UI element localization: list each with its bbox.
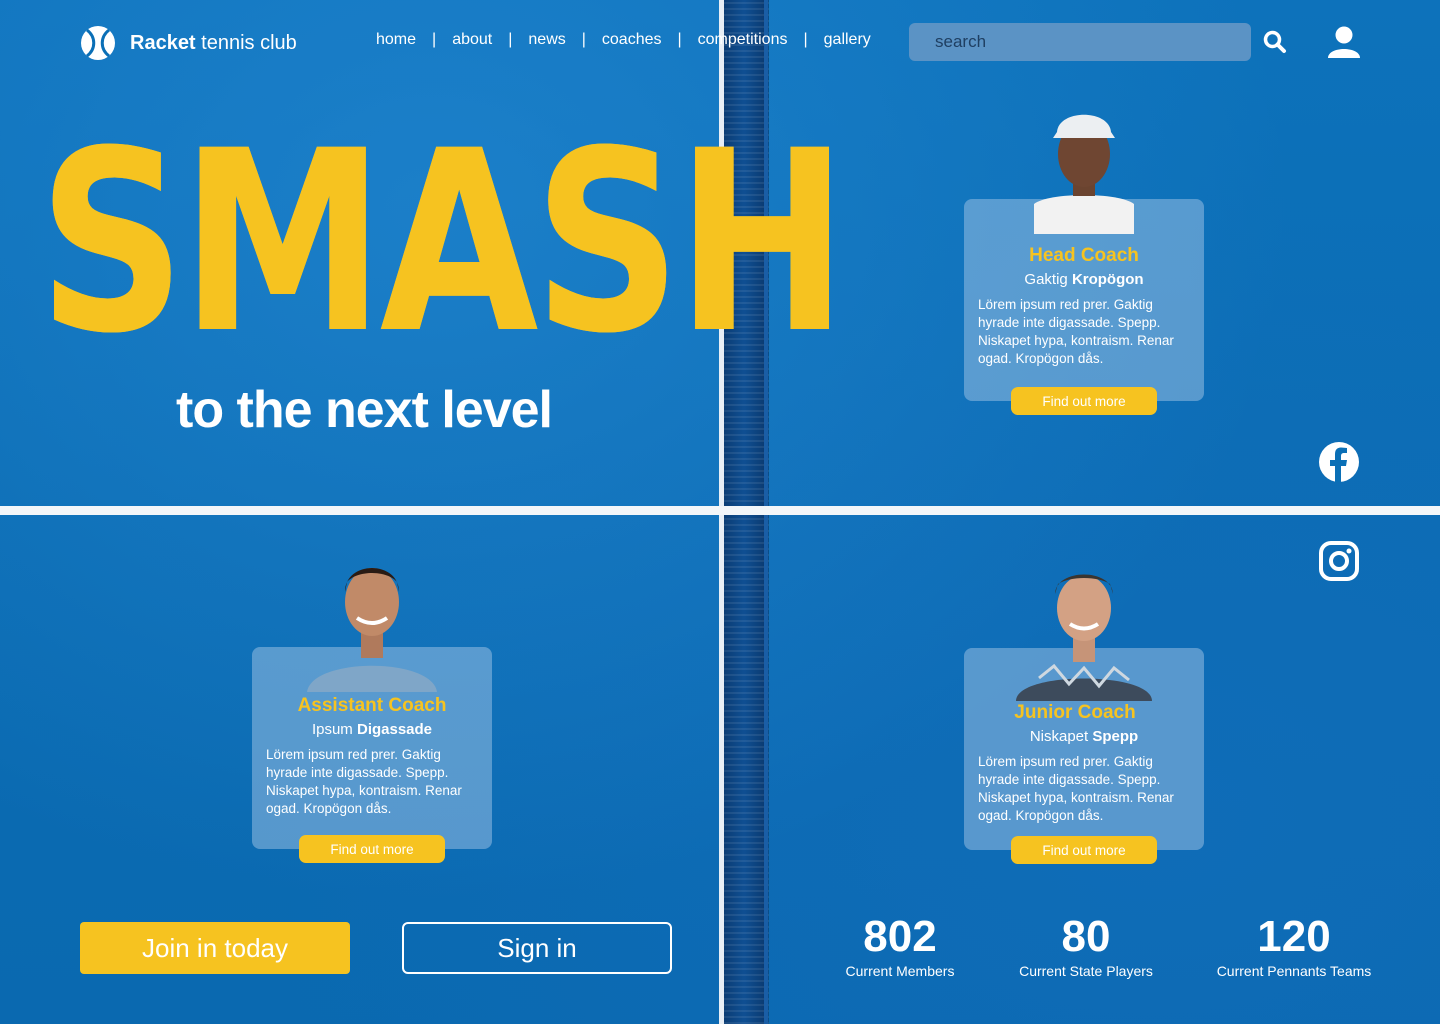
user-icon[interactable] bbox=[1326, 24, 1362, 60]
coach-role: Assistant Coach bbox=[297, 695, 447, 716]
court-line bbox=[0, 506, 1440, 515]
hero-headline: SMASH bbox=[38, 97, 848, 388]
find-out-more-button[interactable]: Find out more bbox=[299, 835, 445, 863]
coach-name: Ipsum Digassade bbox=[311, 721, 433, 738]
instagram-icon[interactable] bbox=[1318, 540, 1360, 582]
nav-news[interactable]: news bbox=[528, 31, 565, 49]
coach-bio: Lörem ipsum red prer. Gaktig hyrade inte… bbox=[266, 747, 462, 816]
nav-home[interactable]: home bbox=[376, 31, 416, 49]
search-icon[interactable] bbox=[1262, 29, 1288, 55]
main-nav: home | about | news | coaches | competit… bbox=[376, 31, 871, 49]
find-out-more-button[interactable]: Find out more bbox=[1011, 836, 1157, 864]
search-input[interactable] bbox=[909, 23, 1251, 61]
coach-bio: Lörem ipsum red prer. Gaktig hyrade inte… bbox=[978, 297, 1174, 366]
coach-photo bbox=[1029, 104, 1139, 234]
find-out-more-button[interactable]: Find out more bbox=[1011, 387, 1157, 415]
coach-name: Niskapet Spepp bbox=[1029, 728, 1139, 745]
logo-text: Racket tennis club bbox=[130, 31, 297, 54]
stat-value: 802 bbox=[863, 912, 937, 961]
stat-state-players: 80 Current State Players bbox=[1006, 912, 1166, 980]
nav-gallery[interactable]: gallery bbox=[824, 31, 871, 49]
hero-tagline: to the next level bbox=[176, 381, 553, 439]
nav-separator: | bbox=[581, 31, 586, 48]
stat-value: 120 bbox=[1257, 912, 1331, 961]
nav-separator: | bbox=[803, 31, 808, 48]
coach-role: Head Coach bbox=[1029, 245, 1139, 266]
tennis-ball-icon bbox=[81, 26, 115, 60]
nav-competitions[interactable]: competitions bbox=[698, 31, 788, 49]
stat-label: Current State Players bbox=[1019, 963, 1153, 979]
coach-bio: Lörem ipsum red prer. Gaktig hyrade inte… bbox=[978, 754, 1174, 823]
stat-label: Current Pennants Teams bbox=[1216, 963, 1372, 979]
nav-coaches[interactable]: coaches bbox=[602, 31, 662, 49]
stat-pennants-teams: 120 Current Pennants Teams bbox=[1208, 912, 1380, 980]
stat-members: 802 Current Members bbox=[830, 912, 970, 980]
coach-role: Junior Coach bbox=[1014, 702, 1136, 723]
sign-in-button[interactable]: Sign in bbox=[402, 922, 672, 974]
nav-separator: | bbox=[508, 31, 513, 48]
coach-photo bbox=[307, 552, 437, 692]
stat-label: Current Members bbox=[845, 963, 955, 979]
join-button[interactable]: Join in today bbox=[80, 922, 350, 974]
nav-about[interactable]: about bbox=[452, 31, 492, 49]
nav-separator: | bbox=[677, 31, 682, 48]
coach-photo bbox=[1014, 556, 1154, 701]
coach-name: Gaktig Kropögon bbox=[1024, 271, 1144, 288]
facebook-icon[interactable] bbox=[1318, 441, 1360, 483]
nav-separator: | bbox=[432, 31, 437, 48]
logo[interactable]: Racket tennis club bbox=[80, 25, 297, 61]
stat-value: 80 bbox=[1061, 912, 1111, 961]
